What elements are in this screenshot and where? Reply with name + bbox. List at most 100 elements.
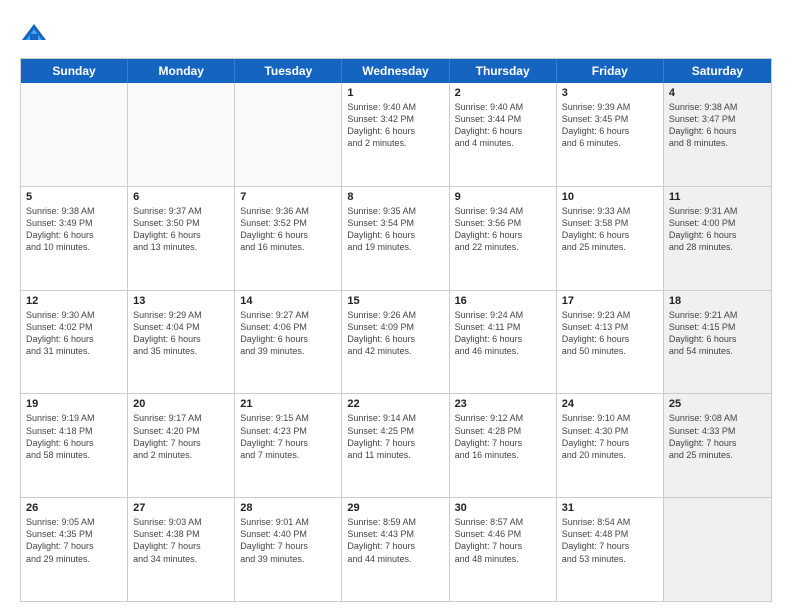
calendar-cell-1-0: 5 Sunrise: 9:38 AM Sunset: 3:49 PM Daylig…	[21, 187, 128, 290]
day-info: Sunrise: 9:21 AM Sunset: 4:15 PM Dayligh…	[669, 309, 766, 358]
day-number: 26	[26, 502, 122, 514]
calendar-header-thursday: Thursday	[450, 59, 557, 83]
day-number: 21	[240, 398, 336, 410]
calendar-cell-4-6	[664, 498, 771, 601]
day-info: Sunrise: 8:57 AM Sunset: 4:46 PM Dayligh…	[455, 516, 551, 565]
calendar-cell-4-2: 28 Sunrise: 9:01 AM Sunset: 4:40 PM Dayli…	[235, 498, 342, 601]
day-number: 28	[240, 502, 336, 514]
day-info: Sunrise: 9:38 AM Sunset: 3:49 PM Dayligh…	[26, 205, 122, 254]
calendar-cell-3-2: 21 Sunrise: 9:15 AM Sunset: 4:23 PM Dayli…	[235, 394, 342, 497]
day-info: Sunrise: 8:59 AM Sunset: 4:43 PM Dayligh…	[347, 516, 443, 565]
calendar-week-4: 26 Sunrise: 9:05 AM Sunset: 4:35 PM Dayli…	[21, 497, 771, 601]
day-number: 6	[133, 191, 229, 203]
day-info: Sunrise: 9:35 AM Sunset: 3:54 PM Dayligh…	[347, 205, 443, 254]
day-number: 2	[455, 87, 551, 99]
page: SundayMondayTuesdayWednesdayThursdayFrid…	[0, 0, 792, 612]
day-number: 16	[455, 295, 551, 307]
day-info: Sunrise: 9:08 AM Sunset: 4:33 PM Dayligh…	[669, 412, 766, 461]
day-number: 30	[455, 502, 551, 514]
calendar-cell-1-6: 11 Sunrise: 9:31 AM Sunset: 4:00 PM Dayli…	[664, 187, 771, 290]
calendar-header-friday: Friday	[557, 59, 664, 83]
calendar-cell-3-5: 24Sunrise: 9:10 AM Sunset: 4:30 PM Dayli…	[557, 394, 664, 497]
calendar-cell-4-0: 26 Sunrise: 9:05 AM Sunset: 4:35 PM Dayli…	[21, 498, 128, 601]
day-info: Sunrise: 9:39 AM Sunset: 3:45 PM Dayligh…	[562, 101, 658, 150]
calendar-cell-1-3: 8 Sunrise: 9:35 AM Sunset: 3:54 PM Daylig…	[342, 187, 449, 290]
day-number: 1	[347, 87, 443, 99]
day-number: 25	[669, 398, 766, 410]
day-info: Sunrise: 9:15 AM Sunset: 4:23 PM Dayligh…	[240, 412, 336, 461]
calendar-cell-4-3: 29 Sunrise: 8:59 AM Sunset: 4:43 PM Dayli…	[342, 498, 449, 601]
calendar-body: 1 Sunrise: 9:40 AM Sunset: 3:42 PM Daylig…	[21, 83, 771, 601]
day-info: Sunrise: 9:40 AM Sunset: 3:42 PM Dayligh…	[347, 101, 443, 150]
calendar-cell-3-6: 25 Sunrise: 9:08 AM Sunset: 4:33 PM Dayli…	[664, 394, 771, 497]
calendar-cell-4-5: 31 Sunrise: 8:54 AM Sunset: 4:48 PM Dayli…	[557, 498, 664, 601]
day-number: 20	[133, 398, 229, 410]
day-info: Sunrise: 9:29 AM Sunset: 4:04 PM Dayligh…	[133, 309, 229, 358]
calendar-header-tuesday: Tuesday	[235, 59, 342, 83]
calendar-week-1: 5 Sunrise: 9:38 AM Sunset: 3:49 PM Daylig…	[21, 186, 771, 290]
day-number: 23	[455, 398, 551, 410]
calendar-header-row: SundayMondayTuesdayWednesdayThursdayFrid…	[21, 59, 771, 83]
day-info: Sunrise: 9:14 AM Sunset: 4:25 PM Dayligh…	[347, 412, 443, 461]
logo-icon	[20, 20, 48, 48]
day-info: Sunrise: 8:54 AM Sunset: 4:48 PM Dayligh…	[562, 516, 658, 565]
calendar-cell-2-2: 14 Sunrise: 9:27 AM Sunset: 4:06 PM Dayli…	[235, 291, 342, 394]
calendar-cell-2-3: 15Sunrise: 9:26 AM Sunset: 4:09 PM Dayli…	[342, 291, 449, 394]
day-info: Sunrise: 9:27 AM Sunset: 4:06 PM Dayligh…	[240, 309, 336, 358]
calendar-cell-4-4: 30 Sunrise: 8:57 AM Sunset: 4:46 PM Dayli…	[450, 498, 557, 601]
day-number: 12	[26, 295, 122, 307]
day-number: 5	[26, 191, 122, 203]
day-info: Sunrise: 9:37 AM Sunset: 3:50 PM Dayligh…	[133, 205, 229, 254]
calendar-cell-0-3: 1 Sunrise: 9:40 AM Sunset: 3:42 PM Daylig…	[342, 83, 449, 186]
logo	[20, 18, 52, 48]
day-number: 17	[562, 295, 658, 307]
header	[20, 18, 772, 48]
day-info: Sunrise: 9:31 AM Sunset: 4:00 PM Dayligh…	[669, 205, 766, 254]
calendar-cell-0-0	[21, 83, 128, 186]
calendar-cell-3-4: 23 Sunrise: 9:12 AM Sunset: 4:28 PM Dayli…	[450, 394, 557, 497]
day-info: Sunrise: 9:38 AM Sunset: 3:47 PM Dayligh…	[669, 101, 766, 150]
day-info: Sunrise: 9:24 AM Sunset: 4:11 PM Dayligh…	[455, 309, 551, 358]
day-info: Sunrise: 9:01 AM Sunset: 4:40 PM Dayligh…	[240, 516, 336, 565]
day-number: 4	[669, 87, 766, 99]
calendar-week-2: 12 Sunrise: 9:30 AM Sunset: 4:02 PM Dayli…	[21, 290, 771, 394]
day-info: Sunrise: 9:30 AM Sunset: 4:02 PM Dayligh…	[26, 309, 122, 358]
calendar-cell-2-4: 16 Sunrise: 9:24 AM Sunset: 4:11 PM Dayli…	[450, 291, 557, 394]
calendar-cell-2-5: 17 Sunrise: 9:23 AM Sunset: 4:13 PM Dayli…	[557, 291, 664, 394]
day-number: 7	[240, 191, 336, 203]
day-info: Sunrise: 9:10 AM Sunset: 4:30 PM Dayligh…	[562, 412, 658, 461]
day-number: 10	[562, 191, 658, 203]
day-info: Sunrise: 9:33 AM Sunset: 3:58 PM Dayligh…	[562, 205, 658, 254]
day-info: Sunrise: 9:05 AM Sunset: 4:35 PM Dayligh…	[26, 516, 122, 565]
calendar-cell-1-5: 10 Sunrise: 9:33 AM Sunset: 3:58 PM Dayli…	[557, 187, 664, 290]
day-number: 11	[669, 191, 766, 203]
day-number: 8	[347, 191, 443, 203]
calendar-cell-0-4: 2Sunrise: 9:40 AM Sunset: 3:44 PM Daylig…	[450, 83, 557, 186]
day-number: 27	[133, 502, 229, 514]
day-number: 14	[240, 295, 336, 307]
day-number: 3	[562, 87, 658, 99]
day-info: Sunrise: 9:12 AM Sunset: 4:28 PM Dayligh…	[455, 412, 551, 461]
calendar-header-saturday: Saturday	[664, 59, 771, 83]
calendar-cell-1-2: 7 Sunrise: 9:36 AM Sunset: 3:52 PM Daylig…	[235, 187, 342, 290]
day-number: 19	[26, 398, 122, 410]
calendar-cell-0-2	[235, 83, 342, 186]
day-info: Sunrise: 9:03 AM Sunset: 4:38 PM Dayligh…	[133, 516, 229, 565]
day-number: 31	[562, 502, 658, 514]
calendar-cell-4-1: 27 Sunrise: 9:03 AM Sunset: 4:38 PM Dayli…	[128, 498, 235, 601]
calendar-cell-3-1: 20Sunrise: 9:17 AM Sunset: 4:20 PM Dayli…	[128, 394, 235, 497]
calendar-cell-0-5: 3 Sunrise: 9:39 AM Sunset: 3:45 PM Daylig…	[557, 83, 664, 186]
day-number: 22	[347, 398, 443, 410]
day-info: Sunrise: 9:23 AM Sunset: 4:13 PM Dayligh…	[562, 309, 658, 358]
calendar-cell-3-3: 22 Sunrise: 9:14 AM Sunset: 4:25 PM Dayli…	[342, 394, 449, 497]
calendar-header-monday: Monday	[128, 59, 235, 83]
day-number: 29	[347, 502, 443, 514]
day-number: 18	[669, 295, 766, 307]
day-number: 9	[455, 191, 551, 203]
day-info: Sunrise: 9:36 AM Sunset: 3:52 PM Dayligh…	[240, 205, 336, 254]
calendar-cell-1-1: 6 Sunrise: 9:37 AM Sunset: 3:50 PM Daylig…	[128, 187, 235, 290]
calendar-week-0: 1 Sunrise: 9:40 AM Sunset: 3:42 PM Daylig…	[21, 83, 771, 186]
calendar-cell-2-1: 13Sunrise: 9:29 AM Sunset: 4:04 PM Dayli…	[128, 291, 235, 394]
calendar-header-wednesday: Wednesday	[342, 59, 449, 83]
day-info: Sunrise: 9:26 AM Sunset: 4:09 PM Dayligh…	[347, 309, 443, 358]
